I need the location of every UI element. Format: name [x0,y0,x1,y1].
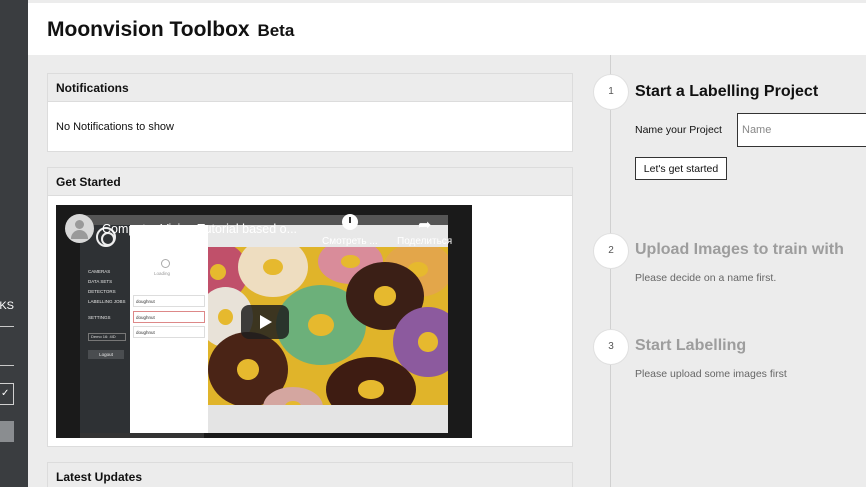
step-subtitle-3: Please upload some images first [635,368,787,380]
watch-later-icon[interactable] [342,214,358,230]
step-number-1: 1 [593,74,629,110]
step-title-3: Start Labelling [635,337,747,354]
video-nav-item: DETECTORS [88,289,116,294]
tutorial-video[interactable]: CAMERAS DATA SETS DETECTORS LABELLING JO… [56,205,472,438]
latest-updates-panel: Latest Updates [47,462,573,487]
share-label[interactable]: Поделиться [397,236,452,247]
sidebar-item-label[interactable]: KS [0,300,14,312]
check-icon[interactable]: ✓ [0,383,14,405]
notifications-panel: Notifications No Notifications to show [47,73,573,152]
play-icon[interactable] [241,305,289,339]
page-title: Moonvision Toolbox Beta [47,18,294,42]
video-nav-item: DATA SETS [88,279,113,284]
get-started-title: Get Started [48,168,572,196]
step-number-3: 3 [593,329,629,365]
sidebar-button[interactable] [0,421,14,442]
project-name-label: Name your Project [635,124,722,136]
notifications-empty-text: No Notifications to show [56,121,174,133]
video-title[interactable]: Computer Vision Tutorial based o... [102,222,297,236]
list-item: doughnut [133,295,205,307]
steps-timeline [610,55,611,487]
video-loading-text: Loading [154,271,171,276]
page-header: Moonvision Toolbox Beta [28,3,866,55]
list-item: doughnut [133,311,205,323]
video-nav-item: SETTINGS [88,315,111,320]
loading-spinner-icon [161,259,170,268]
video-app-footer [208,405,448,433]
notifications-title: Notifications [48,74,572,102]
video-select: Demo 16: 4ID [88,333,126,341]
video-status-bar [80,433,204,438]
get-started-panel: Get Started CAMERAS DATA SETS DETECTORS … [47,167,573,447]
user-avatar-icon [65,214,94,243]
video-app-nav: CAMERAS DATA SETS DETECTORS LABELLING JO… [80,225,130,433]
step-subtitle-2: Please decide on a name first. [635,272,777,284]
watch-later-label[interactable]: Смотреть ... [322,236,378,247]
video-nav-item: CAMERAS [88,269,111,274]
video-nav-item: LABELLING JOBS [88,299,126,304]
sidebar-divider [0,326,14,327]
list-item: doughnut [133,326,205,338]
video-item-list: Loading doughnut doughnut doughnut [130,225,208,433]
sidebar: KS ✓ [0,0,28,487]
app-title: Moonvision Toolbox [47,18,250,41]
video-logout: Logout [88,350,124,359]
step-title-2: Upload Images to train with [635,241,844,258]
lets-get-started-button[interactable]: Let's get started [635,157,727,180]
beta-badge: Beta [257,21,295,40]
latest-updates-title: Latest Updates [48,463,572,487]
project-name-input[interactable] [737,113,866,147]
share-arrow-icon[interactable]: ➦ [418,215,431,235]
step-number-2: 2 [593,233,629,269]
sidebar-divider [0,365,14,366]
step-title-1: Start a Labelling Project [635,83,819,100]
